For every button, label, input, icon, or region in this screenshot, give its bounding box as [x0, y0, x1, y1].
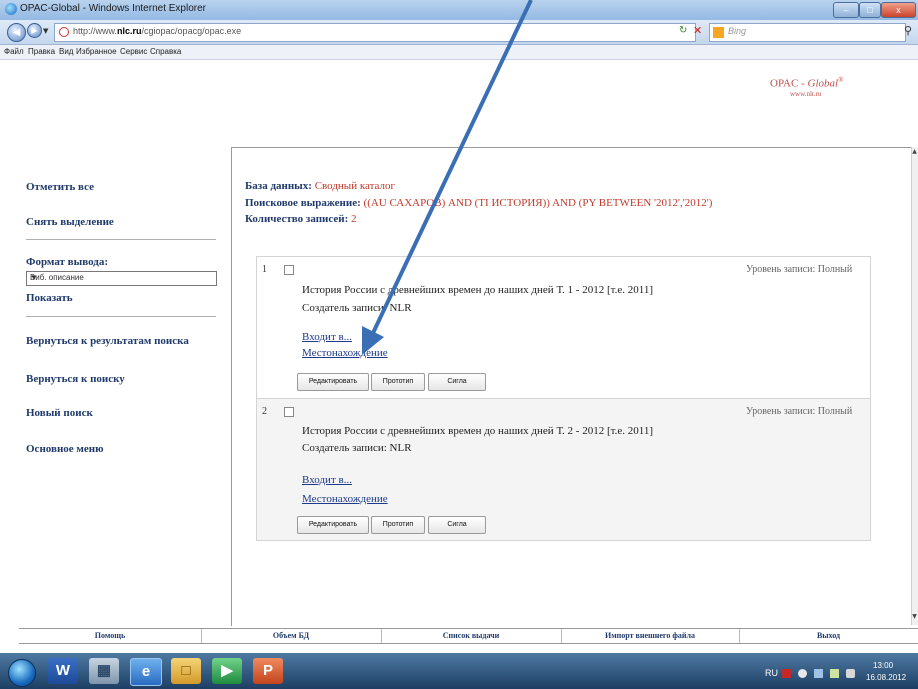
brand-url: www.nlr.ru: [790, 90, 822, 98]
scroll-up-icon[interactable]: ▲: [911, 148, 918, 158]
menu-favorites[interactable]: Избранное: [76, 47, 117, 56]
brand-reg: ®: [838, 76, 844, 84]
loan-list-link[interactable]: Список выдачи: [381, 629, 562, 643]
url-input[interactable]: http://www.nlc.ru/cgiopac/opacg/opac.exe: [54, 23, 696, 42]
location-link[interactable]: Местонахождение: [302, 347, 388, 359]
close-button[interactable]: x: [881, 2, 916, 18]
sidebar-divider: [26, 239, 216, 240]
import-file-link[interactable]: Импорт внешнего файла: [561, 629, 740, 643]
minimize-button[interactable]: –: [833, 2, 859, 18]
explorer-icon[interactable]: □: [171, 658, 201, 684]
window-title: OPAC-Global - Windows Internet Explorer: [20, 3, 206, 14]
database-line: База данных: Сводный каталог: [245, 180, 395, 192]
show-button[interactable]: Показать: [26, 292, 73, 304]
flag-icon[interactable]: [814, 669, 823, 678]
included-in-link[interactable]: Входит в...: [302, 474, 352, 486]
menu-help[interactable]: Справка: [150, 47, 181, 56]
search-placeholder: Bing: [728, 26, 747, 36]
edit-button[interactable]: Редактировать: [297, 516, 369, 534]
record-title: История России с древнейших времен до на…: [302, 284, 654, 296]
bottom-nav: Помощь Объем БД Список выдачи Импорт вне…: [19, 628, 918, 644]
url-prefix: http://www.: [73, 26, 118, 36]
exit-link[interactable]: Выход: [739, 629, 918, 643]
forward-button[interactable]: ▶: [27, 23, 42, 38]
main-menu-link[interactable]: Основное меню: [26, 443, 104, 455]
language-indicator[interactable]: RU: [765, 668, 778, 678]
unmark-link[interactable]: Снять выделение: [26, 216, 114, 228]
refresh-icon[interactable]: ↻: [679, 25, 687, 36]
search-input[interactable]: Bing: [709, 23, 906, 42]
count-label: Количество записей:: [245, 213, 352, 225]
ie-logo-icon: [5, 3, 17, 15]
ie-icon[interactable]: e: [130, 658, 162, 686]
mark-all-link[interactable]: Отметить все: [26, 181, 94, 193]
help-link[interactable]: Помощь: [19, 629, 202, 643]
back-button[interactable]: ◀: [7, 23, 26, 42]
included-in-link[interactable]: Входит в...: [302, 331, 352, 343]
network-icon[interactable]: [830, 669, 839, 678]
url-suffix: /cgiopac/opacg/opac.exe: [141, 26, 242, 36]
menu-file[interactable]: Файл: [4, 47, 24, 56]
volume-icon[interactable]: [846, 669, 855, 678]
new-search-link[interactable]: Новый поиск: [26, 407, 93, 419]
start-button[interactable]: [8, 659, 36, 687]
brand-name: OPAC -: [770, 77, 808, 90]
maximize-button[interactable]: □: [859, 2, 881, 18]
bing-logo-icon: [713, 27, 724, 38]
clock-date[interactable]: 16.08.2012: [866, 673, 906, 682]
scroll-down-icon[interactable]: ▼: [911, 613, 918, 623]
url-domain: nlc.ru: [117, 26, 142, 36]
word-icon[interactable]: W: [48, 658, 78, 684]
tray-app-icon[interactable]: [798, 669, 807, 678]
edit-button[interactable]: Редактировать: [297, 373, 369, 391]
record-creator: Создатель записи: NLR: [302, 302, 412, 314]
scrollbar[interactable]: [911, 147, 918, 625]
sigla-button[interactable]: Сигла: [428, 516, 486, 534]
record-number: 1: [262, 264, 267, 275]
page-icon: [59, 27, 69, 37]
back-to-results-link[interactable]: Вернуться к результатам поиска: [26, 335, 189, 347]
record-number: 2: [262, 406, 267, 417]
record-checkbox[interactable]: [284, 407, 294, 417]
prototype-button[interactable]: Прототип: [371, 516, 425, 534]
location-link[interactable]: Местонахождение: [302, 493, 388, 505]
clock-time[interactable]: 13:00: [873, 661, 893, 670]
chevron-down-icon: ▼: [30, 273, 38, 282]
stop-icon[interactable]: ✕: [693, 24, 702, 37]
history-dropdown-icon[interactable]: ▼: [43, 27, 48, 35]
record-level: Уровень записи: Полный: [746, 264, 853, 275]
antivirus-icon[interactable]: [782, 669, 791, 678]
calculator-icon[interactable]: ▦: [89, 658, 119, 684]
database-value: Сводный каталог: [314, 180, 396, 192]
prototype-button[interactable]: Прототип: [371, 373, 425, 391]
sidebar-divider: [26, 316, 216, 317]
query-value: ((AU САХАРОВ) AND (TI ИСТОРИЯ)) AND (PY …: [363, 197, 713, 209]
menu-view[interactable]: Вид: [59, 47, 73, 56]
media-icon[interactable]: ▶: [212, 658, 242, 684]
search-icon[interactable]: ⚲: [904, 24, 912, 37]
count-value: 2: [351, 213, 357, 225]
menu-tools[interactable]: Сервис: [120, 47, 147, 56]
brand-name-italic: Global: [807, 77, 839, 90]
database-label: База данных:: [245, 180, 315, 192]
record-checkbox[interactable]: [284, 265, 294, 275]
back-to-search-link[interactable]: Вернуться к поиску: [26, 373, 125, 385]
count-line: Количество записей: 2: [245, 213, 357, 225]
powerpoint-icon[interactable]: P: [253, 658, 283, 684]
brand-logo: OPAC - Global®: [770, 76, 843, 90]
db-size-link[interactable]: Объем БД: [201, 629, 382, 643]
record-level: Уровень записи: Полный: [746, 406, 853, 417]
menu-edit[interactable]: Правка: [28, 47, 55, 56]
query-label: Поисковое выражение:: [245, 197, 364, 209]
format-select[interactable]: Биб. описание ▼: [26, 271, 217, 286]
record-creator: Создатель записи: NLR: [302, 442, 412, 454]
sigla-button[interactable]: Сигла: [428, 373, 486, 391]
format-label: Формат вывода:: [26, 256, 108, 268]
record-title: История России с древнейших времен до на…: [302, 425, 654, 437]
query-line: Поисковое выражение: ((AU САХАРОВ) AND (…: [245, 197, 712, 209]
